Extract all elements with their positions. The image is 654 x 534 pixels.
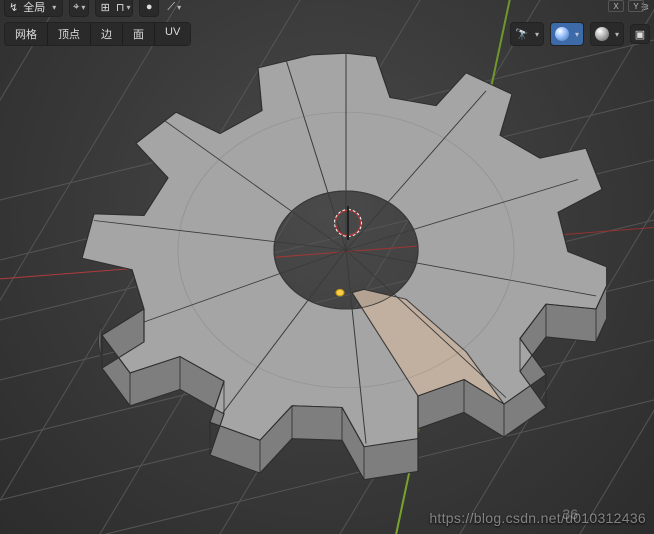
visibility-dropdown[interactable]: 🔭 [510,22,544,46]
circle-dot-icon: ● [146,1,153,13]
xray-toggle[interactable]: ▣ [630,24,650,44]
corner-number: 36 [562,506,578,522]
header-toolbar: ↯ 全局 ⌖ ⊞ ⊓ ● ⟋ ⚞ [0,0,654,14]
pivot-dropdown[interactable]: ⌖ [69,0,89,17]
proportional-falloff-dropdown[interactable]: ⟋ [165,0,183,16]
pivot-icon: ⌖ [73,1,79,14]
tab-face[interactable]: 面 [123,23,155,45]
tab-uv[interactable]: UV [155,23,190,45]
tab-vertex[interactable]: 顶点 [48,23,91,45]
tab-edge[interactable]: 边 [91,23,123,45]
y-label: Y [633,2,638,11]
cursor-3d [335,210,361,236]
tab-mesh[interactable]: 网格 [5,23,48,45]
xray-icon: ▣ [635,28,645,41]
x-label: X [613,2,618,11]
falloff-icon: ⟋ [167,1,175,14]
snap-options[interactable]: ⊓ [114,0,132,16]
chevron-down-icon [50,1,56,13]
snap-segment: ⊞ ⊓ [95,0,133,17]
shading-sphere-icon [555,27,569,41]
overlay-dropdown[interactable] [590,22,624,46]
close-x-button[interactable]: X [608,0,624,12]
gizmo-dropdown[interactable] [550,22,584,46]
transform-orientation-dropdown[interactable]: ↯ 全局 [4,0,63,17]
cursor-icon: ↯ [9,1,18,14]
snap-mode-icon: ⊓ [116,1,125,14]
viewport-3d[interactable]: ↯ 全局 ⌖ ⊞ ⊓ ● ⟋ ⚞ X Y 网格 顶点 边 面 UV 🔭 ▣ ht… [0,0,654,534]
proportional-edit-toggle[interactable]: ● [139,0,159,17]
viewport-overlays: 🔭 ▣ [510,22,650,46]
gear-mesh[interactable] [66,30,606,520]
mesh-select-mode-tabs: 网格 顶点 边 面 UV [4,22,191,46]
snap-toggle[interactable]: ⊞ [96,0,114,16]
watermark-text: https://blog.csdn.net/u010312436 [429,510,646,526]
eye-icon: 🔭 [515,28,529,41]
magnet-icon: ⊞ [101,1,110,14]
close-y-button[interactable]: Y [628,0,644,12]
transform-orientation-label: 全局 [23,0,45,15]
overlay-sphere-icon [595,27,609,41]
